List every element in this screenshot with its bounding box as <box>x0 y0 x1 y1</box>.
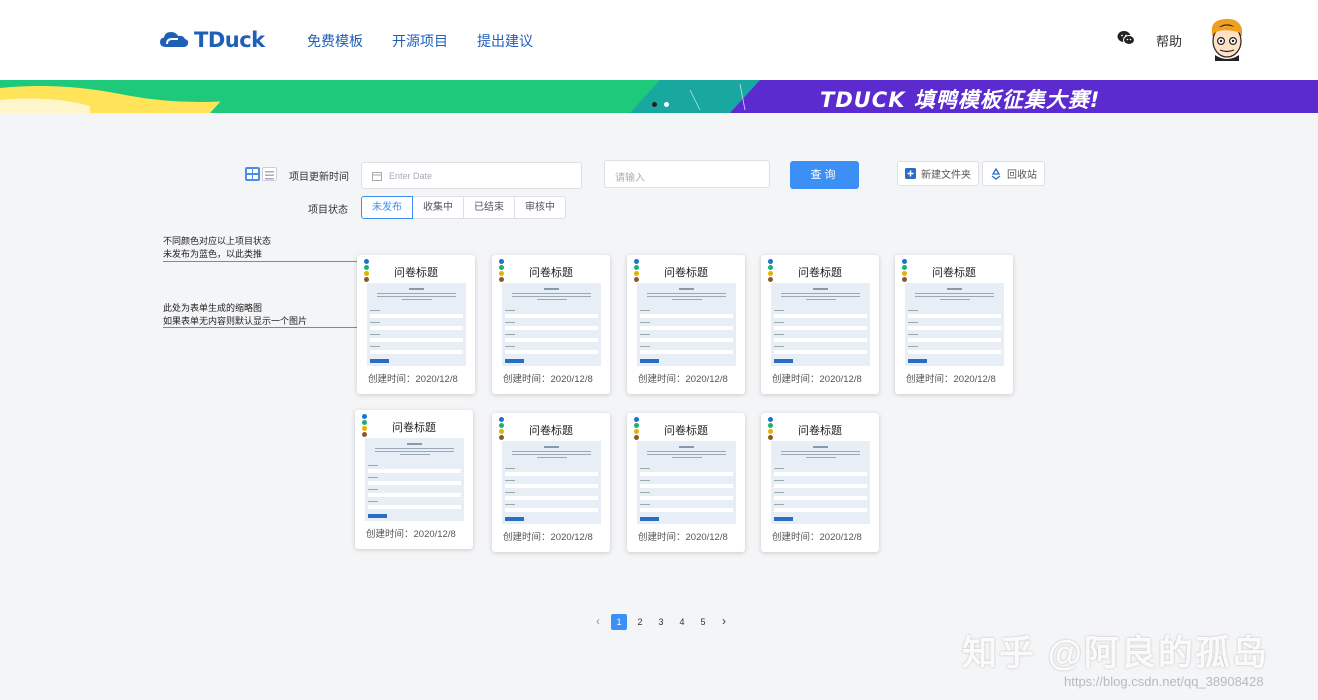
promo-banner[interactable]: TDUCK 填鸭模板征集大赛! <box>0 80 1318 113</box>
project-card[interactable]: 问卷标题创建时间：2020/12/8 <box>761 255 879 394</box>
card-title: 问卷标题 <box>529 425 573 437</box>
card-created-date: 创建时间：2020/12/8 <box>638 532 728 543</box>
card-title: 问卷标题 <box>394 267 438 279</box>
logo-text: TDuck <box>194 28 265 52</box>
card-created-date: 创建时间：2020/12/8 <box>638 374 728 385</box>
banner-title: TDUCK 填鸭模板征集大赛! <box>820 88 1101 112</box>
form-thumbnail <box>365 438 464 521</box>
card-title: 问卷标题 <box>798 267 842 279</box>
plus-square-icon <box>905 168 916 179</box>
color-annotation: 不同颜色对应以上项目状态 未发布为蓝色，以此类推 <box>163 235 271 261</box>
nav-free-templates[interactable]: 免费模板 <box>307 31 363 51</box>
page-3[interactable]: 3 <box>653 614 669 630</box>
color-note-line2: 未发布为蓝色，以此类推 <box>163 249 263 259</box>
project-card[interactable]: 问卷标题创建时间：2020/12/8 <box>627 413 745 552</box>
project-card[interactable]: 问卷标题创建时间：2020/12/8 <box>492 413 610 552</box>
card-created-date: 创建时间：2020/12/8 <box>503 532 593 543</box>
card-title: 问卷标题 <box>932 267 976 279</box>
thumb-note-line1: 此处为表单生成的缩略图 <box>163 303 263 313</box>
project-card[interactable]: 问卷标题创建时间：2020/12/8 <box>355 410 473 549</box>
grid-view-icon[interactable] <box>245 167 260 181</box>
update-time-label: 项目更新时间 <box>289 172 349 183</box>
project-card[interactable]: 问卷标题创建时间：2020/12/8 <box>492 255 610 394</box>
page-1[interactable]: 1 <box>611 614 627 630</box>
date-placeholder: Enter Date <box>389 170 433 181</box>
prev-page-icon[interactable]: ‹ <box>590 614 606 630</box>
form-thumbnail <box>905 283 1004 366</box>
status-radio-group: 未发布 收集中 已结束 审核中 <box>361 196 566 219</box>
next-page-icon[interactable]: › <box>716 614 732 630</box>
date-picker[interactable]: Enter Date <box>361 162 582 189</box>
color-note-line1: 不同颜色对应以上项目状态 <box>163 236 272 246</box>
new-folder-label: 新建文件夹 <box>921 170 971 181</box>
carousel-dot-2[interactable] <box>664 102 669 107</box>
annotation-pointer <box>163 327 363 328</box>
card-created-date: 创建时间：2020/12/8 <box>368 374 458 385</box>
form-thumbnail <box>771 283 870 366</box>
card-title: 问卷标题 <box>664 267 708 279</box>
project-card[interactable]: 问卷标题创建时间：2020/12/8 <box>895 255 1013 394</box>
status-ended[interactable]: 已结束 <box>463 196 515 219</box>
new-folder-button[interactable]: 新建文件夹 <box>897 161 979 186</box>
card-created-date: 创建时间：2020/12/8 <box>366 529 456 540</box>
card-title: 问卷标题 <box>529 267 573 279</box>
card-title: 问卷标题 <box>392 422 436 434</box>
page-4[interactable]: 4 <box>674 614 690 630</box>
project-card[interactable]: 问卷标题创建时间：2020/12/8 <box>357 255 475 394</box>
main-nav: 免费模板 开源项目 提出建议 <box>307 31 533 51</box>
cloud-logo-icon <box>160 32 189 47</box>
card-title: 问卷标题 <box>664 425 708 437</box>
carousel-dot-1[interactable] <box>652 102 657 107</box>
card-created-date: 创建时间：2020/12/8 <box>906 374 996 385</box>
search-input[interactable]: 请输入 <box>604 160 770 188</box>
project-card[interactable]: 问卷标题创建时间：2020/12/8 <box>627 255 745 394</box>
form-thumbnail <box>637 441 736 524</box>
card-title: 问卷标题 <box>798 425 842 437</box>
tduck-logo[interactable]: TDuck <box>158 28 265 52</box>
avatar-icon[interactable] <box>1208 17 1246 61</box>
page-5[interactable]: 5 <box>695 614 711 630</box>
thumbnail-annotation: 此处为表单生成的缩略图 如果表单无内容则默认显示一个图片 <box>163 302 307 328</box>
card-created-date: 创建时间：2020/12/8 <box>772 374 862 385</box>
top-header: TDuck 免费模板 开源项目 提出建议 帮助 <box>0 0 1318 80</box>
form-thumbnail <box>502 441 601 524</box>
page-2[interactable]: 2 <box>632 614 648 630</box>
watermark-text: 知乎 @阿良的孤岛 <box>962 634 1269 673</box>
card-created-date: 创建时间：2020/12/8 <box>772 532 862 543</box>
calendar-icon <box>372 171 382 181</box>
view-toggle <box>245 167 277 181</box>
form-thumbnail <box>502 283 601 366</box>
pagination: ‹ 1 2 3 4 5 › <box>590 614 732 630</box>
form-thumbnail <box>637 283 736 366</box>
status-unpublished[interactable]: 未发布 <box>361 196 413 219</box>
card-created-date: 创建时间：2020/12/8 <box>503 374 593 385</box>
nav-open-source[interactable]: 开源项目 <box>392 31 448 51</box>
nav-feedback[interactable]: 提出建议 <box>477 31 533 51</box>
project-card[interactable]: 问卷标题创建时间：2020/12/8 <box>761 413 879 552</box>
annotation-pointer <box>163 261 363 262</box>
list-view-icon[interactable] <box>262 167 277 181</box>
query-button[interactable]: 查询 <box>790 161 859 189</box>
status-collecting[interactable]: 收集中 <box>412 196 464 219</box>
form-thumbnail <box>771 441 870 524</box>
status-reviewing[interactable]: 审核中 <box>514 196 566 219</box>
status-label: 项目状态 <box>308 205 348 216</box>
recycle-bin-button[interactable]: 回收站 <box>982 161 1045 186</box>
wechat-icon[interactable] <box>1117 30 1135 46</box>
recycle-icon <box>991 167 1001 180</box>
recycle-bin-label: 回收站 <box>1007 170 1037 181</box>
form-thumbnail <box>367 283 466 366</box>
help-link[interactable]: 帮助 <box>1156 31 1182 50</box>
watermark-url: https://blog.csdn.net/qq_38908428 <box>1064 674 1264 689</box>
